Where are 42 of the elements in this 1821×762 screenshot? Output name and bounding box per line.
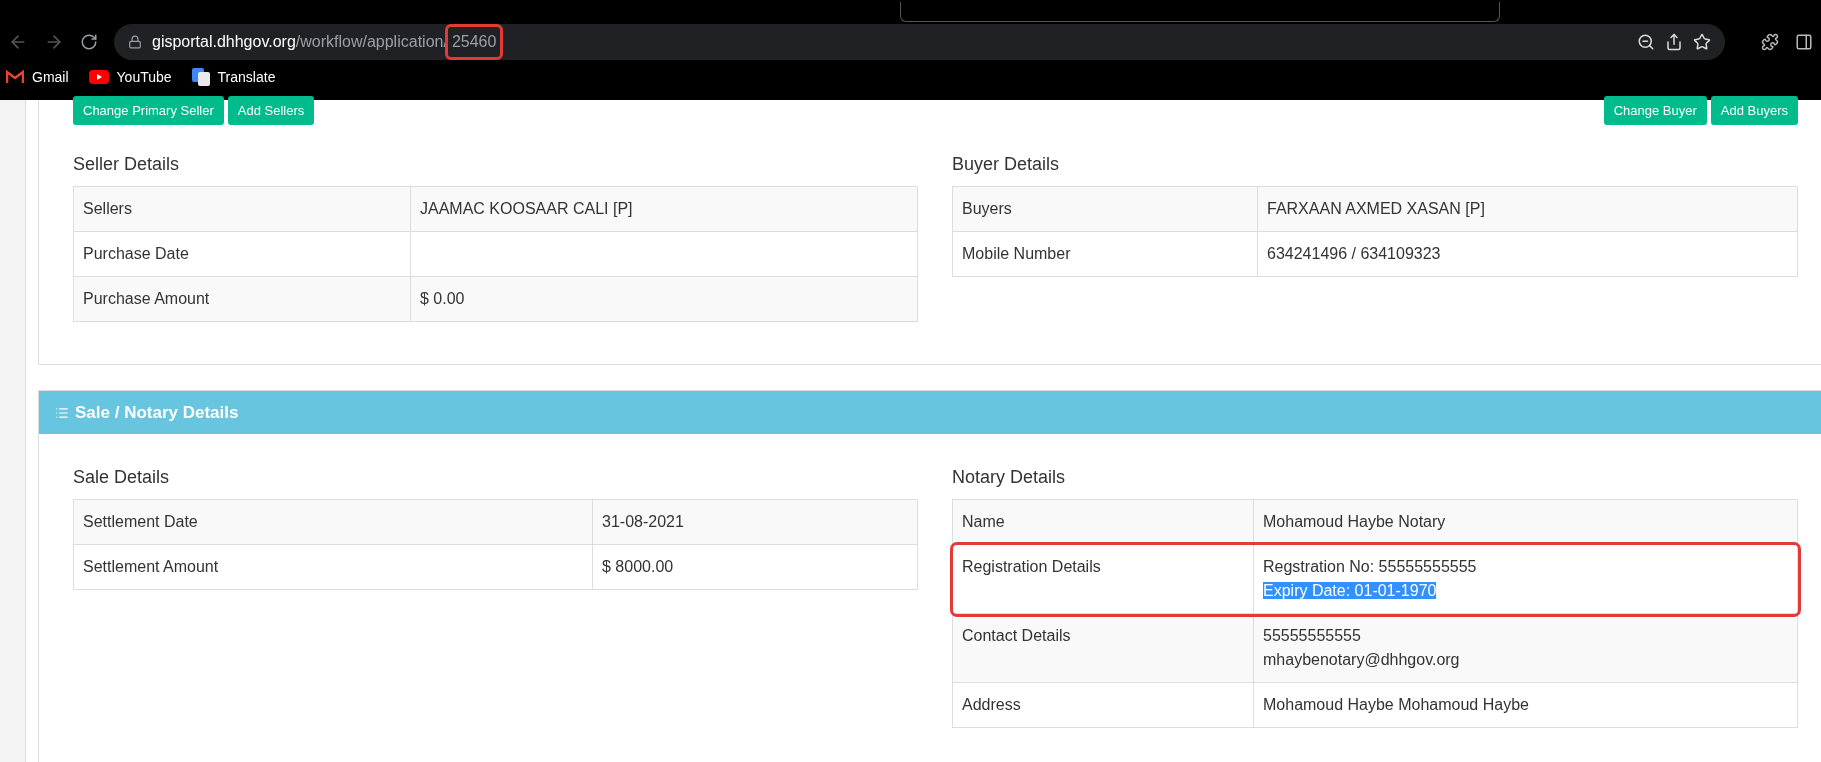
table-title: Notary Details <box>952 466 1067 489</box>
section-title: Sale / Notary Details <box>75 401 239 424</box>
cell-value: FARXAAN AXMED XASAN [P] <box>1267 199 1486 219</box>
table-cell: Address <box>952 682 1254 728</box>
table-cell: Purchase Amount <box>73 276 411 322</box>
table-cell: Purchase Date <box>73 231 411 277</box>
reload-icon[interactable] <box>80 33 98 51</box>
cell-value: Mohamoud Haybe Notary <box>1263 512 1447 532</box>
bookmark-link[interactable]: YouTube <box>116 66 172 88</box>
cell-value: 634241496 / 634109323 <box>1267 244 1442 264</box>
lock-icon <box>128 35 142 49</box>
extensions-icon[interactable] <box>1761 33 1779 51</box>
table-cell: Settlement Amount <box>73 544 593 590</box>
table-title: Sale Details <box>73 466 171 489</box>
cell-value: Expiry Date: 01-01-1970 <box>1263 582 1437 599</box>
translate-icon <box>191 68 210 86</box>
cell-value: Regstration No: 55555555555 <box>1263 557 1478 577</box>
play-icon <box>88 70 109 84</box>
list-icon <box>55 405 69 420</box>
bookmark-link[interactable]: Translate <box>217 66 276 88</box>
table-cell: Settlement Date <box>73 499 593 545</box>
cell-value: JAAMAC KOOSAAR CALI [P] <box>420 199 634 219</box>
table-title: Seller Details <box>73 153 181 176</box>
table-cell: Sellers <box>73 186 411 232</box>
star-icon[interactable] <box>1693 33 1711 51</box>
side-panel-icon[interactable] <box>1795 33 1813 51</box>
cell-value: $ 0.00 <box>420 289 466 309</box>
share-icon[interactable] <box>1665 33 1683 51</box>
address-bar[interactable]: gisportal.dhhgov.org/workflow/application/ 25460 <box>114 24 1725 60</box>
table-cell: Contact Details <box>952 613 1254 683</box>
bookmark-link[interactable]: Gmail <box>32 66 69 88</box>
url-text: gisportal.dhhgov.org/workflow/application/ 25460 <box>152 27 501 57</box>
table-cell: Buyers <box>952 186 1258 232</box>
cell-value: 31-08-2021 <box>602 512 685 532</box>
cell-value: Mohamoud Haybe Mohamoud Haybe <box>1263 695 1530 715</box>
zoom-out-icon[interactable] <box>1637 33 1655 51</box>
cell-value: 55555555555 <box>1263 626 1362 646</box>
mail-icon <box>6 70 24 84</box>
table-title: Buyer Details <box>952 153 1061 176</box>
table-cell: Mobile Number <box>952 231 1258 277</box>
cell-value: mhaybenotary@dhhgov.org <box>1263 650 1461 670</box>
cell-value: $ 8000.00 <box>602 557 675 577</box>
